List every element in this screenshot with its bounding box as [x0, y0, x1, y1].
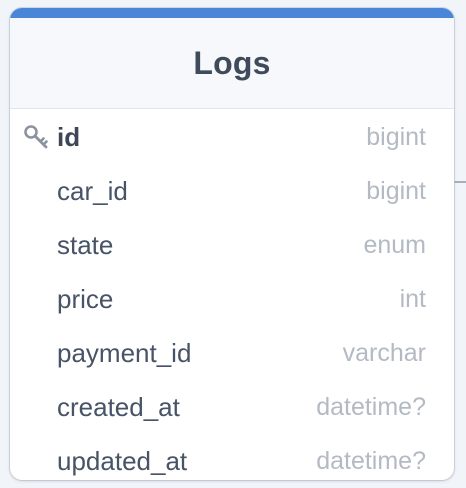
column-type: datetime? [316, 446, 426, 475]
relation-connector-line [452, 181, 466, 183]
column-type: varchar [342, 338, 426, 367]
column-row-payment-id[interactable]: payment_id varchar [10, 326, 454, 380]
column-name: state [57, 229, 114, 260]
table-accent-bar [10, 8, 454, 18]
column-name: updated_at [57, 445, 188, 476]
column-row-car-id[interactable]: car_id bigint [10, 164, 454, 218]
column-type: int [399, 284, 426, 313]
column-name: payment_id [57, 337, 192, 368]
column-name: car_id [57, 175, 128, 206]
diagram-canvas: Logs id bigint car_id bigint state enum [0, 0, 466, 488]
column-row-id[interactable]: id bigint [10, 110, 454, 164]
key-icon [24, 125, 48, 149]
table-card-logs[interactable]: Logs id bigint car_id bigint state enum [10, 8, 454, 480]
column-type: enum [363, 230, 426, 259]
column-row-price[interactable]: price int [10, 272, 454, 326]
column-row-created-at[interactable]: created_at datetime? [10, 380, 454, 434]
table-header[interactable]: Logs [10, 18, 454, 109]
column-name: price [57, 283, 114, 314]
column-list: id bigint car_id bigint state enum price… [10, 109, 454, 480]
column-name: id [57, 121, 81, 152]
column-type: datetime? [316, 392, 426, 421]
column-type: bigint [366, 122, 426, 151]
column-name: created_at [57, 391, 180, 422]
column-type: bigint [366, 176, 426, 205]
column-row-state[interactable]: state enum [10, 218, 454, 272]
column-row-updated-at[interactable]: updated_at datetime? [10, 434, 454, 480]
table-title: Logs [193, 44, 271, 81]
